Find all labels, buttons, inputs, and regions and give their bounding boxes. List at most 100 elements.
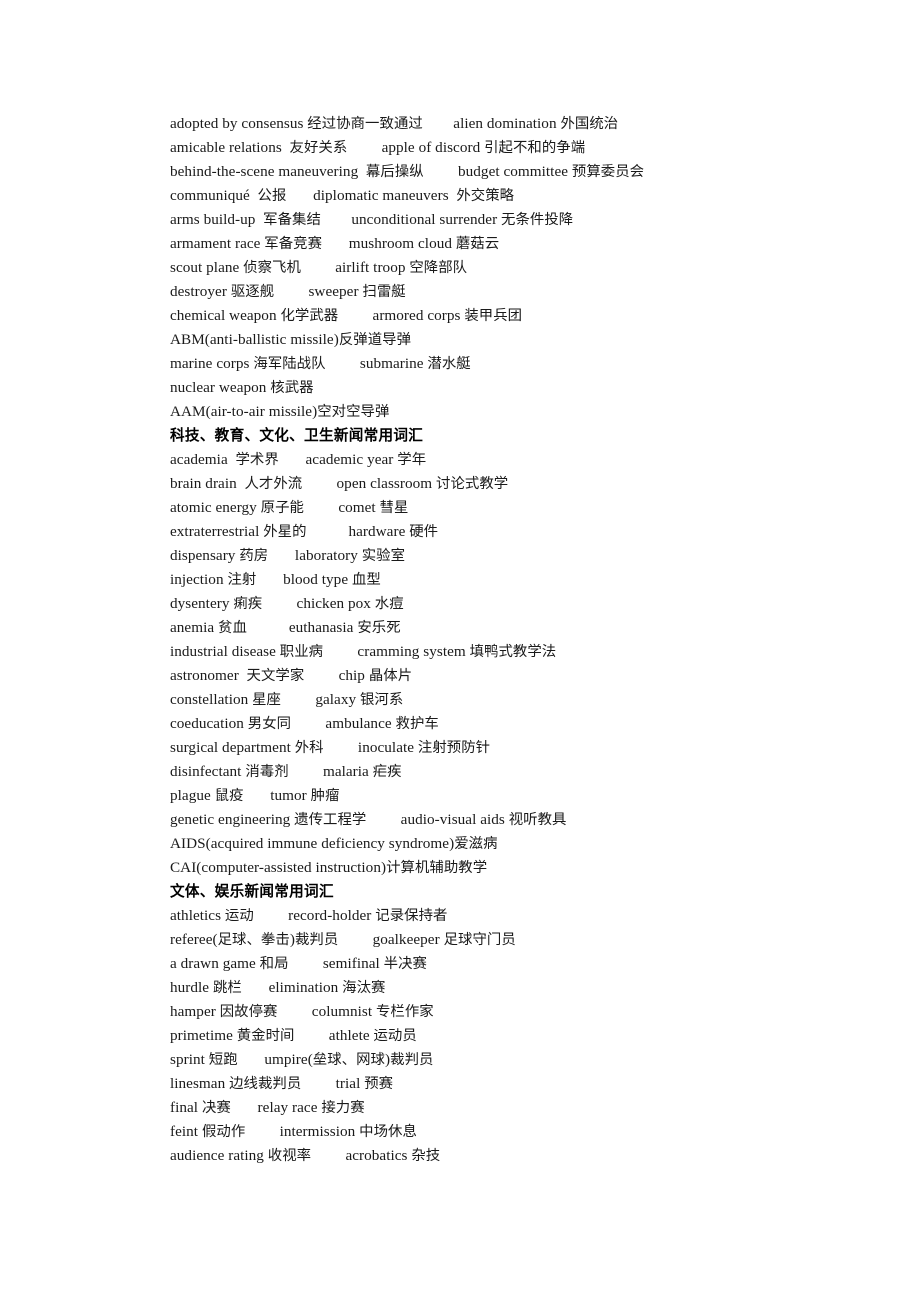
glossary-line: chemical weapon 化学武器 armored corps 装甲兵团 — [170, 304, 870, 328]
glossary-line: a drawn game 和局 semifinal 半决赛 — [170, 952, 870, 976]
gloss-english: brain drain — [170, 475, 245, 492]
gloss-english: athletics — [170, 907, 225, 924]
gloss-english: inoculate — [323, 739, 418, 756]
gloss-english: industrial disease — [170, 643, 280, 660]
gloss-chinese: 痢疾 — [233, 596, 263, 612]
gloss-english: final — [170, 1099, 202, 1116]
gloss-english: scout plane — [170, 259, 244, 276]
gloss-chinese: 公报 — [257, 188, 287, 204]
gloss-english: marine corps — [170, 355, 254, 372]
glossary-line: nuclear weapon 核武器 — [170, 376, 870, 400]
gloss-chinese: 友好关系 — [289, 140, 348, 156]
gloss-chinese: 记录保持者 — [375, 908, 448, 924]
gloss-chinese: 遗传工程学 — [294, 812, 367, 828]
gloss-chinese: 假动作 — [201, 1124, 246, 1140]
glossary-line: linesman 边线裁判员 trial 预赛 — [170, 1072, 870, 1096]
gloss-chinese: 化学武器 — [280, 308, 339, 324]
gloss-english: semifinal — [288, 955, 384, 972]
gloss-chinese: 晶体片 — [368, 668, 413, 684]
gloss-chinese: 贫血 — [218, 620, 247, 636]
gloss-english: coeducation — [170, 715, 248, 732]
gloss-chinese: 爱滋病 — [454, 836, 498, 852]
glossary-content: adopted by consensus 经过协商一致通过 alien domi… — [170, 112, 870, 1168]
gloss-english: linesman — [170, 1075, 230, 1092]
gloss-chinese: 安乐死 — [357, 620, 401, 636]
gloss-english: feint — [170, 1123, 202, 1140]
gloss-chinese: 足球、拳击 — [217, 932, 290, 948]
gloss-chinese: 男女同 — [247, 716, 292, 732]
gloss-english: nuclear weapon — [170, 379, 271, 396]
gloss-chinese: 中场休息 — [359, 1124, 417, 1140]
glossary-line: ABM(anti-ballistic missile)反弹道导弹 — [170, 328, 870, 352]
gloss-english: audience rating — [170, 1147, 268, 1164]
gloss-english: cramming system — [323, 643, 470, 660]
gloss-chinese: 引起不和的争端 — [484, 140, 586, 156]
gloss-english: tumor — [243, 787, 311, 804]
glossary-line: final 决赛 relay race 接力赛 — [170, 1096, 870, 1120]
gloss-english: anemia — [170, 619, 218, 636]
gloss-english: armament race — [170, 235, 265, 252]
gloss-english: adopted by consensus — [170, 115, 308, 132]
gloss-chinese: 蘑菇云 — [455, 236, 500, 252]
gloss-chinese: 裁判员 — [390, 1052, 434, 1068]
gloss-chinese: 预赛 — [364, 1076, 394, 1092]
gloss-english: genetic engineering — [170, 811, 295, 828]
gloss-english: dispensary — [170, 547, 240, 564]
gloss-english: CAI(computer-assisted instruction) — [170, 859, 387, 876]
gloss-english: goalkeeper — [338, 931, 444, 948]
glossary-line: feint 假动作 intermission 中场休息 — [170, 1120, 870, 1144]
gloss-chinese: 人才外流 — [244, 476, 303, 492]
gloss-english: umpire( — [237, 1051, 313, 1068]
gloss-chinese: 海汰赛 — [342, 980, 386, 996]
gloss-chinese: 肿瘤 — [310, 788, 340, 804]
glossary-line: dysentery 痢疾 chicken pox 水痘 — [170, 592, 870, 616]
gloss-english: intermission — [245, 1123, 360, 1140]
gloss-chinese: 运动员 — [373, 1028, 417, 1044]
gloss-english: a drawn game — [170, 955, 260, 972]
glossary-line: communiqué 公报 diplomatic maneuvers 外交策略 — [170, 184, 870, 208]
gloss-english: laboratory — [268, 547, 362, 564]
gloss-english: arms build-up — [170, 211, 264, 228]
gloss-chinese: 军备集结 — [263, 212, 321, 228]
gloss-english: elimination — [241, 979, 343, 996]
gloss-chinese: 边线裁判员 — [229, 1076, 302, 1092]
gloss-english: trial — [301, 1075, 365, 1092]
gloss-chinese: 原子能 — [260, 500, 304, 516]
gloss-chinese: 运动 — [224, 908, 254, 924]
gloss-english: primetime — [170, 1027, 237, 1044]
glossary-line: primetime 黄金时间 athlete 运动员 — [170, 1024, 870, 1048]
gloss-chinese: 职业病 — [279, 644, 324, 660]
gloss-chinese: 无条件投降 — [501, 212, 574, 228]
gloss-chinese: 天文学家 — [246, 668, 305, 684]
gloss-chinese: 军备竞赛 — [264, 236, 323, 252]
glossary-line: injection 注射 blood type 血型 — [170, 568, 870, 592]
glossary-line: adopted by consensus 经过协商一致通过 alien domi… — [170, 112, 870, 136]
gloss-english: apple of discord — [347, 139, 485, 156]
gloss-chinese: 半决赛 — [383, 956, 427, 972]
gloss-chinese: 潜水艇 — [427, 356, 471, 372]
gloss-chinese: 杂技 — [411, 1148, 441, 1164]
gloss-english: ambulance — [291, 715, 396, 732]
section-heading: 文体、娱乐新闻常用词汇 — [170, 884, 334, 900]
gloss-chinese: 外国统治 — [560, 116, 619, 132]
gloss-chinese: 填鸭式教学法 — [469, 644, 557, 660]
gloss-english: academic year — [278, 451, 398, 468]
gloss-chinese: 裁判员 — [294, 932, 339, 948]
gloss-chinese: 鼠疫 — [214, 788, 244, 804]
document-page: adopted by consensus 经过协商一致通过 alien domi… — [0, 0, 920, 1302]
gloss-chinese: 因故停赛 — [219, 1004, 278, 1020]
gloss-chinese: 黄金时间 — [236, 1028, 295, 1044]
gloss-english: armored corps — [338, 307, 465, 324]
gloss-chinese: 收视率 — [267, 1148, 312, 1164]
glossary-line: behind-the-scene maneuvering 幕后操纵 budget… — [170, 160, 870, 184]
gloss-english: sweeper — [274, 283, 363, 300]
glossary-line: hamper 因故停赛 columnist 专栏作家 — [170, 1000, 870, 1024]
glossary-line: hurdle 跳栏 elimination 海汰赛 — [170, 976, 870, 1000]
glossary-line: marine corps 海军陆战队 submarine 潜水艇 — [170, 352, 870, 376]
gloss-english: acrobatics — [311, 1147, 412, 1164]
gloss-chinese: 幕后操纵 — [365, 164, 424, 180]
gloss-chinese: 决赛 — [201, 1100, 231, 1116]
section-heading: 科技、教育、文化、卫生新闻常用词汇 — [170, 428, 424, 444]
gloss-english: blood type — [256, 571, 352, 588]
gloss-chinese: 星座 — [252, 692, 281, 708]
